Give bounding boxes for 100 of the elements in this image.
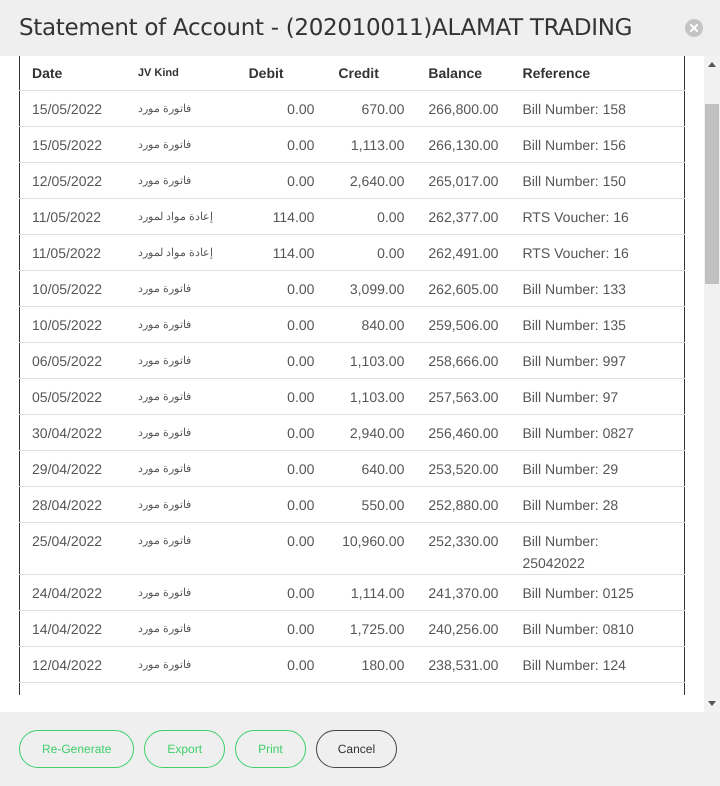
balance-cell: 256,460.00	[428, 425, 498, 441]
credit-cell: 2,940.00	[350, 425, 404, 441]
reference-cell-text: Bill Number: 29	[522, 460, 618, 479]
credit-cell: 550.00	[362, 497, 404, 513]
balance-cell: 262,605.00	[428, 281, 498, 297]
debit-cell: 0.00	[287, 389, 314, 405]
balance-cell: 262,377.00	[428, 209, 498, 225]
close-icon[interactable]	[685, 19, 703, 37]
debit-cell: 0.00	[287, 101, 314, 117]
column-header: JV Kind	[138, 67, 179, 79]
kind-cell-text: فاتورة مورد	[138, 534, 191, 547]
credit-cell: 840.00	[362, 317, 404, 333]
column-header: Debit	[248, 65, 284, 81]
date-cell: 11/05/2022	[32, 209, 102, 225]
reference-cell-text: Bill Number: 0827	[522, 424, 634, 443]
debit-cell: 0.00	[287, 281, 314, 297]
credit-cell: 1,103.00	[350, 353, 404, 369]
debit-cell: 0.00	[287, 137, 314, 153]
kind-cell-text: فاتورة مورد	[138, 426, 191, 439]
credit-cell: 0.00	[377, 245, 404, 261]
kind-cell-text: فاتورة مورد	[138, 354, 191, 367]
scroll-down-icon[interactable]	[708, 701, 716, 706]
action-button[interactable]: Export	[144, 730, 226, 768]
debit-cell: 0.00	[287, 585, 314, 601]
kind-cell-text: فاتورة مورد	[138, 586, 191, 599]
date-cell: 12/05/2022	[32, 173, 102, 189]
balance-cell: 238,531.00	[428, 657, 498, 673]
kind-cell-text: فاتورة مورد	[138, 622, 191, 635]
balance-cell: 240,256.00	[428, 621, 498, 637]
reference-cell-text: Bill Number: 156	[522, 136, 626, 155]
debit-cell: 0.00	[287, 173, 314, 189]
kind-cell-text: إعادة مواد لمورد	[138, 210, 214, 223]
balance-cell: 266,130.00	[428, 137, 498, 153]
date-cell: 10/05/2022	[32, 281, 102, 297]
date-cell: 15/05/2022	[32, 101, 102, 117]
balance-cell: 265,017.00	[428, 173, 498, 189]
kind-cell-text: إعادة مواد لمورد	[138, 246, 214, 259]
credit-cell: 1,725.00	[350, 621, 404, 637]
reference-cell-text: Bill Number: 25042022	[522, 532, 600, 573]
reference-cell-text: Bill Number: 158	[522, 100, 626, 119]
debit-cell: 0.00	[287, 425, 314, 441]
credit-cell: 0.00	[377, 209, 404, 225]
column-header: Date	[32, 65, 62, 81]
kind-cell-text: فاتورة مورد	[138, 102, 191, 115]
scroll-up-icon[interactable]	[708, 62, 716, 67]
credit-cell: 1,113.00	[350, 137, 404, 153]
reference-cell-text: Bill Number: 135	[522, 316, 626, 335]
credit-cell: 3,099.00	[350, 281, 404, 297]
balance-cell: 259,506.00	[428, 317, 498, 333]
date-cell: 12/04/2022	[32, 657, 102, 673]
kind-cell-text: فاتورة مورد	[138, 498, 191, 511]
balance-cell: 258,666.00	[428, 353, 498, 369]
debit-cell: 0.00	[287, 621, 314, 637]
column-header: Reference	[522, 65, 590, 81]
kind-cell-text: فاتورة مورد	[138, 174, 191, 187]
balance-cell: 252,330.00	[428, 533, 498, 549]
kind-cell-text: فاتورة مورد	[138, 390, 191, 403]
reference-cell-text: Bill Number: 150	[522, 172, 626, 191]
reference-cell-text: RTS Voucher: 16	[522, 244, 629, 263]
date-cell: 25/04/2022	[32, 533, 102, 549]
date-cell: 05/05/2022	[32, 389, 102, 405]
kind-cell-text: فاتورة مورد	[138, 138, 191, 151]
scroll-thumb[interactable]	[705, 104, 719, 284]
reference-cell-text: Bill Number: 997	[522, 352, 626, 371]
balance-cell: 266,800.00	[428, 101, 498, 117]
reference-cell-text: Bill Number: 124	[522, 656, 626, 675]
date-cell: 14/04/2022	[32, 621, 102, 637]
reference-cell-text: RTS Voucher: 16	[522, 208, 629, 227]
debit-cell: 0.00	[287, 353, 314, 369]
date-cell: 10/05/2022	[32, 317, 102, 333]
debit-cell: 0.00	[287, 657, 314, 673]
reference-cell-text: Bill Number: 0810	[522, 620, 634, 639]
credit-cell: 640.00	[362, 461, 404, 477]
balance-cell: 252,880.00	[428, 497, 498, 513]
date-cell: 15/05/2022	[32, 137, 102, 153]
kind-cell-text: فاتورة مورد	[138, 462, 191, 475]
credit-cell: 1,103.00	[350, 389, 404, 405]
window-title: Statement of Account - (202010011)ALAMAT TRADING	[19, 15, 632, 41]
date-cell: 24/04/2022	[32, 585, 102, 601]
action-button[interactable]: Print	[235, 730, 306, 768]
debit-cell: 114.00	[272, 209, 314, 225]
column-header: Credit	[338, 65, 379, 81]
column-header: Balance	[428, 65, 482, 81]
balance-cell: 253,520.00	[428, 461, 498, 477]
debit-cell: 0.00	[287, 497, 314, 513]
date-cell: 11/05/2022	[32, 245, 102, 261]
date-cell: 29/04/2022	[32, 461, 102, 477]
debit-cell: 0.00	[287, 317, 314, 333]
reference-cell-text: Bill Number: 0125	[522, 584, 634, 603]
date-cell: 28/04/2022	[32, 497, 102, 513]
reference-cell-text: Bill Number: 28	[522, 496, 618, 515]
reference-cell-text: Bill Number: 97	[522, 388, 618, 407]
kind-cell-text: فاتورة مورد	[138, 282, 191, 295]
credit-cell: 670.00	[362, 101, 404, 117]
debit-cell: 0.00	[287, 461, 314, 477]
action-button[interactable]: Re-Generate	[19, 730, 134, 768]
cancel-button[interactable]: Cancel	[316, 730, 398, 768]
date-cell: 06/05/2022	[32, 353, 102, 369]
kind-cell-text: فاتورة مورد	[138, 658, 191, 671]
credit-cell: 180.00	[362, 657, 404, 673]
